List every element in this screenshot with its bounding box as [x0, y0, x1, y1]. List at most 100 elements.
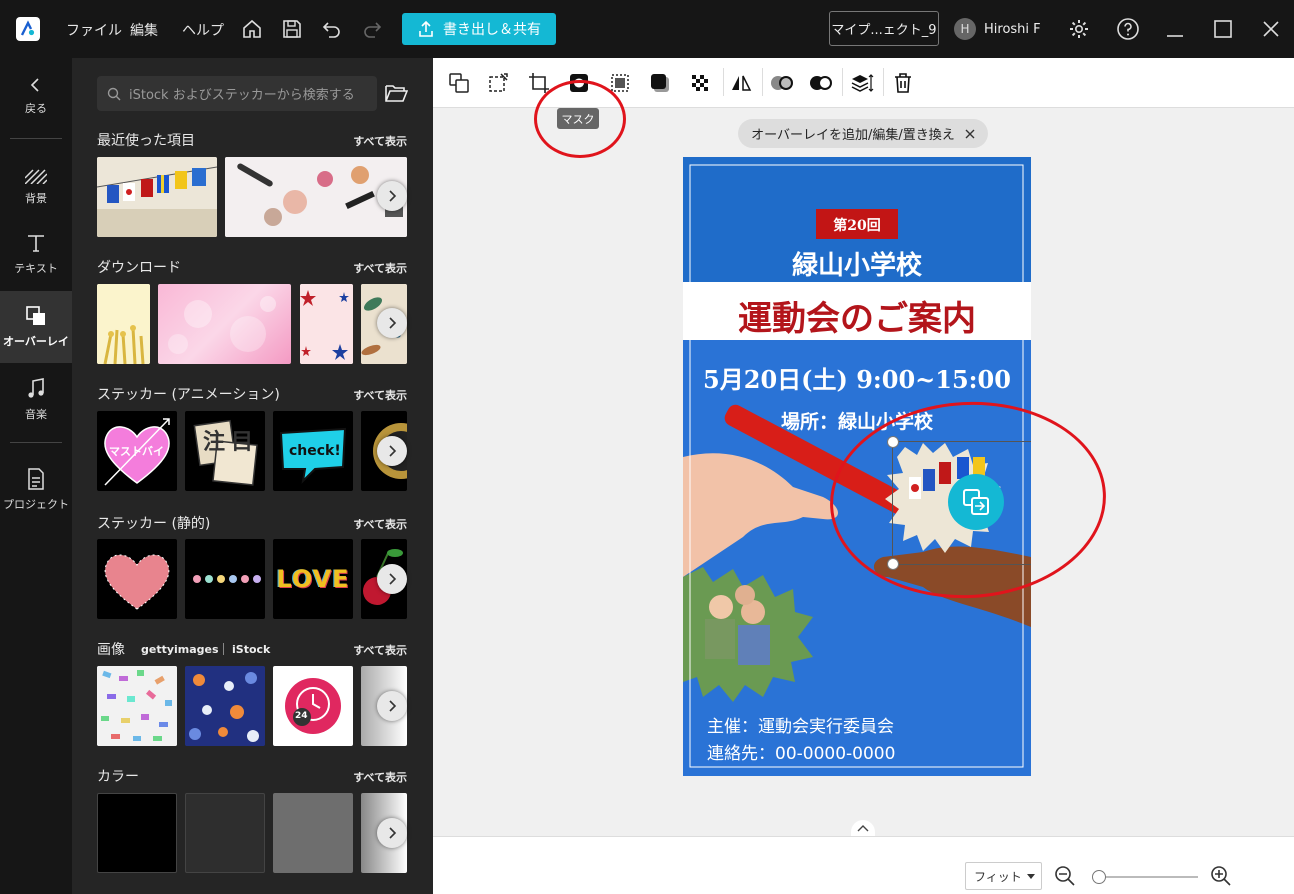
- see-all-animated-stickers[interactable]: すべて表示: [353, 387, 407, 403]
- save-icon[interactable]: [281, 18, 303, 40]
- sticker-dots[interactable]: [185, 539, 265, 619]
- nav-overlay-label: オーバーレイ: [3, 335, 69, 348]
- section-title-recent: 最近使った項目: [97, 133, 195, 149]
- nav-overlay[interactable]: オーバーレイ: [0, 291, 72, 363]
- see-all-images[interactable]: すべて表示: [353, 642, 407, 658]
- nav-text[interactable]: テキスト: [0, 224, 72, 284]
- zoom-slider-thumb[interactable]: [1092, 870, 1106, 884]
- toolbar-divider: [762, 68, 763, 96]
- see-all-static-stickers[interactable]: すべて表示: [353, 516, 407, 532]
- gear-icon[interactable]: [1068, 18, 1090, 40]
- upload-icon: [419, 20, 433, 37]
- thumb-star-frame[interactable]: [300, 284, 353, 364]
- minimize-icon[interactable]: [1164, 18, 1186, 40]
- nav-background[interactable]: 背景: [0, 156, 72, 216]
- image-terrazzo[interactable]: [97, 666, 177, 746]
- poster-datetime: 5月20日(土) 9:00~15:00: [703, 365, 1011, 394]
- zoom-in-icon[interactable]: [1209, 864, 1233, 888]
- blend-icon[interactable]: [769, 70, 795, 96]
- scroll-right-colors[interactable]: [377, 818, 407, 848]
- zoom-out-icon[interactable]: [1053, 864, 1077, 888]
- close-icon[interactable]: [965, 129, 975, 139]
- nav-back[interactable]: 戻る: [0, 76, 72, 136]
- see-all-recent[interactable]: すべて表示: [353, 133, 407, 149]
- section-title-static-stickers: ステッカー (静的): [97, 516, 211, 532]
- folder-icon[interactable]: [384, 81, 408, 105]
- gettyimages-logo: gettyimages: [141, 643, 219, 656]
- thumb-pink-bokeh[interactable]: [158, 284, 291, 364]
- overlay-edit-chip-label: オーバーレイを追加/編集/置き換え: [751, 128, 955, 143]
- zoom-slider-track[interactable]: [1093, 876, 1198, 878]
- project-name-button[interactable]: マイプ...ェクト_9: [829, 11, 939, 46]
- sticker-must-buy[interactable]: マストバイ: [97, 411, 177, 491]
- image-clock-24[interactable]: 24: [273, 666, 353, 746]
- menu-edit[interactable]: 編集: [130, 20, 158, 40]
- trash-icon[interactable]: [890, 70, 916, 96]
- scroll-right-images[interactable]: [377, 691, 407, 721]
- annotation-circle-mask: [534, 80, 626, 158]
- color-swatch-gray[interactable]: [273, 793, 353, 873]
- clock-badge-text: 24: [295, 711, 308, 721]
- image-floral-navy[interactable]: [185, 666, 265, 746]
- thumb-flags[interactable]: [97, 157, 217, 237]
- thumb-wheat[interactable]: [97, 284, 150, 364]
- poster-badge: 第20回: [833, 218, 881, 234]
- expand-timeline-icon[interactable]: [851, 820, 875, 836]
- scroll-right-animated-stickers[interactable]: [377, 436, 407, 466]
- hatch-icon: [25, 169, 47, 184]
- search-input[interactable]: iStock およびステッカーから検索する: [97, 76, 377, 111]
- poster-headline: 運動会のご案内: [738, 299, 976, 339]
- undo-icon[interactable]: [321, 18, 343, 40]
- replace-overlay-icon[interactable]: [446, 70, 472, 96]
- text-icon: [28, 235, 44, 252]
- flip-icon[interactable]: [728, 70, 754, 96]
- music-note-icon: [28, 378, 44, 398]
- see-all-download[interactable]: すべて表示: [353, 260, 407, 276]
- section-title-colors: カラー: [97, 769, 139, 785]
- nav-text-label: テキスト: [14, 262, 58, 275]
- menu-help[interactable]: ヘルプ: [182, 20, 224, 40]
- menu-file[interactable]: ファイル: [66, 20, 122, 40]
- sticker-check-text: check!: [289, 443, 341, 459]
- shadow-icon[interactable]: [647, 70, 673, 96]
- sticker-check[interactable]: check!: [273, 411, 353, 491]
- color-swatch-dark-gray[interactable]: [185, 793, 265, 873]
- blend-mode-icon[interactable]: [808, 70, 834, 96]
- nav-music-label: 音楽: [25, 408, 47, 421]
- opacity-icon[interactable]: [687, 70, 713, 96]
- toolbar-divider: [883, 68, 884, 96]
- nav-music[interactable]: 音楽: [0, 370, 72, 430]
- overlay-edit-chip[interactable]: オーバーレイを追加/編集/置き換え: [738, 119, 988, 148]
- istock-logo: iStock: [232, 643, 271, 656]
- user-account[interactable]: H Hiroshi F: [954, 18, 1041, 40]
- home-icon[interactable]: [241, 18, 263, 40]
- redo-icon[interactable]: [361, 18, 383, 40]
- scroll-right-download[interactable]: [377, 308, 407, 338]
- section-title-download: ダウンロード: [97, 260, 181, 276]
- sticker-love[interactable]: LOVE: [273, 539, 353, 619]
- sticker-glitter-heart[interactable]: [97, 539, 177, 619]
- maximize-icon[interactable]: [1212, 18, 1234, 40]
- color-swatch-black[interactable]: [97, 793, 177, 873]
- see-all-colors[interactable]: すべて表示: [353, 769, 407, 785]
- export-share-label: 書き出し＆共有: [443, 22, 541, 38]
- crop-select-icon[interactable]: [485, 70, 511, 96]
- search-placeholder: iStock およびステッカーから検索する: [129, 88, 355, 103]
- scroll-right-recent[interactable]: [377, 181, 407, 211]
- zoom-fit-select[interactable]: フィット: [965, 862, 1042, 890]
- zoom-fit-label: フィット: [974, 869, 1022, 884]
- close-icon[interactable]: [1260, 18, 1282, 40]
- nav-background-label: 背景: [25, 192, 47, 205]
- toolbar-divider: [723, 68, 724, 96]
- search-icon: [107, 87, 121, 100]
- canvas-area: マスク オーバーレイを追加/編集/置き換え 第20回 緑山小学校 運動会のご案内…: [433, 58, 1294, 894]
- sticker-attention[interactable]: 注目: [185, 411, 265, 491]
- help-icon[interactable]: [1116, 17, 1140, 41]
- chevron-right-icon: [389, 573, 397, 585]
- arrange-layers-icon[interactable]: [849, 70, 875, 96]
- document-icon: [28, 468, 44, 490]
- overlay-icon: [26, 306, 45, 325]
- export-share-button[interactable]: 書き出し＆共有: [402, 13, 556, 45]
- nav-project[interactable]: プロジェクト: [0, 460, 72, 520]
- scroll-right-static-stickers[interactable]: [377, 564, 407, 594]
